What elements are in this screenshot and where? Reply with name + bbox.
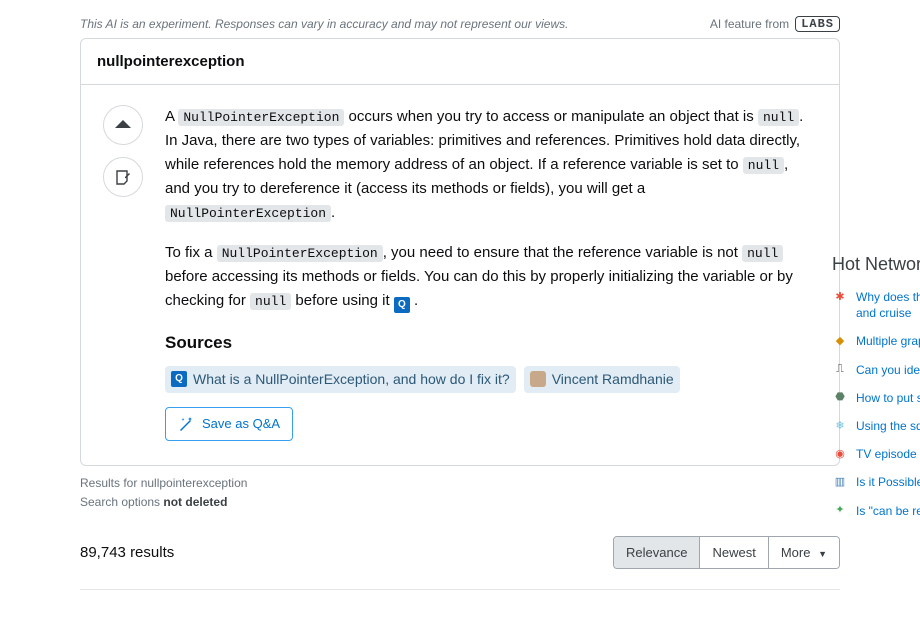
save-as-qa-button[interactable]: Save as Q&A bbox=[165, 407, 293, 441]
caret-up-icon bbox=[114, 116, 132, 134]
hot-network-link[interactable]: Multiple graph, same plot range bbox=[856, 333, 920, 349]
ai-answer-body: A NullPointerException occurs when you t… bbox=[165, 105, 817, 441]
ai-disclaimer: This AI is an experiment. Responses can … bbox=[80, 17, 568, 31]
sources-row: Q What is a NullPointerException, and ho… bbox=[165, 366, 817, 392]
upvote-button[interactable] bbox=[103, 105, 143, 145]
save-button-label: Save as Q&A bbox=[202, 416, 280, 431]
sort-more-button[interactable]: More ▼ bbox=[768, 537, 839, 568]
hot-network-item: ✱ Why does the air flow into the inlet du… bbox=[832, 289, 920, 321]
edit-note-icon bbox=[114, 168, 132, 186]
hot-network-link[interactable]: Using the sdai (chainID 31) bbox=[856, 418, 920, 434]
hot-network-sidebar: Hot Network ✱ Why does the air flow into … bbox=[832, 254, 920, 531]
inline-code: null bbox=[758, 109, 799, 126]
ai-meta-row: This AI is an experiment. Responses can … bbox=[80, 16, 840, 36]
inline-code: null bbox=[743, 157, 784, 174]
hot-network-link[interactable]: TV episode with rotating off bbox=[856, 446, 920, 462]
citation-chip[interactable]: Q bbox=[394, 297, 410, 313]
site-icon: ❄ bbox=[832, 418, 848, 434]
results-count-word: results bbox=[130, 544, 174, 561]
site-icon: ⬣ bbox=[832, 390, 848, 406]
hot-network-heading: Hot Network bbox=[832, 254, 920, 275]
inline-code: null bbox=[742, 245, 783, 262]
sort-more-label: More bbox=[781, 545, 811, 560]
ai-attribution: AI feature from LABS bbox=[710, 16, 840, 32]
hot-network-item: ⬣ How to put smoke detection more bbox=[832, 390, 920, 406]
site-icon: ✱ bbox=[832, 289, 848, 305]
inline-code: NullPointerException bbox=[178, 109, 344, 126]
hot-network-link[interactable]: Why does the air flow into the inlet dur… bbox=[856, 289, 920, 321]
sources-heading: Sources bbox=[165, 329, 817, 356]
feedback-button[interactable] bbox=[103, 157, 143, 197]
chevron-down-icon: ▼ bbox=[818, 549, 827, 559]
magic-wand-icon bbox=[178, 416, 194, 432]
hot-network-item: ✦ Is "can be reached" bbox=[832, 503, 920, 519]
results-count-number: 89,743 bbox=[80, 544, 126, 561]
question-icon: Q bbox=[171, 371, 187, 387]
search-meta: Results for nullpointerexception Search … bbox=[80, 474, 840, 512]
hot-network-item: ❄ Using the sdai (chainID 31) bbox=[832, 418, 920, 434]
source-chip-text: What is a NullPointerException, and how … bbox=[193, 368, 510, 390]
results-header-row: 89,743 results Relevance Newest More ▼ bbox=[80, 536, 840, 569]
inline-code: null bbox=[250, 293, 291, 310]
search-options-value: not deleted bbox=[163, 495, 227, 509]
inline-code: NullPointerException bbox=[217, 245, 383, 262]
inline-code: NullPointerException bbox=[165, 205, 331, 222]
divider bbox=[80, 589, 840, 590]
site-icon: ⎍ bbox=[832, 362, 848, 378]
ai-paragraph-2: To fix a NullPointerException, you need … bbox=[165, 241, 817, 313]
results-for-prefix: Results for bbox=[80, 476, 141, 490]
source-chip-text: Vincent Ramdhanie bbox=[552, 368, 674, 390]
sort-relevance-button[interactable]: Relevance bbox=[614, 537, 699, 568]
labs-badge: LABS bbox=[795, 16, 840, 32]
hot-network-link[interactable]: How to put smoke detection more bbox=[856, 390, 920, 406]
site-icon: ◉ bbox=[832, 446, 848, 462]
site-icon: ◆ bbox=[832, 333, 848, 349]
source-chip-author[interactable]: Vincent Ramdhanie bbox=[524, 366, 680, 392]
ai-answer-card: nullpointerexception A NullPointerExcept… bbox=[80, 38, 840, 466]
hot-network-link[interactable]: Is it Possible to Without Force bbox=[856, 474, 920, 490]
results-count: 89,743 results bbox=[80, 544, 174, 561]
site-icon: ✦ bbox=[832, 503, 848, 519]
hot-network-item: ◉ TV episode with rotating off bbox=[832, 446, 920, 462]
hot-network-link[interactable]: Is "can be reached" bbox=[856, 503, 920, 519]
hot-network-item: ▥ Is it Possible to Without Force bbox=[832, 474, 920, 490]
source-chip-question[interactable]: Q What is a NullPointerException, and ho… bbox=[165, 366, 516, 392]
ai-query-title: nullpointerexception bbox=[81, 39, 839, 85]
search-options-prefix: Search options bbox=[80, 495, 163, 509]
hot-network-link[interactable]: Can you identify this loading screen bbox=[856, 362, 920, 378]
vote-column bbox=[103, 105, 143, 441]
hot-network-list: ✱ Why does the air flow into the inlet du… bbox=[832, 289, 920, 519]
avatar-icon bbox=[530, 371, 546, 387]
results-for-value: nullpointerexception bbox=[141, 476, 248, 490]
site-icon: ▥ bbox=[832, 474, 848, 490]
ai-attribution-text: AI feature from bbox=[710, 17, 789, 31]
hot-network-item: ◆ Multiple graph, same plot range bbox=[832, 333, 920, 349]
sort-newest-button[interactable]: Newest bbox=[699, 537, 767, 568]
hot-network-item: ⎍ Can you identify this loading screen bbox=[832, 362, 920, 378]
ai-paragraph-1: A NullPointerException occurs when you t… bbox=[165, 105, 817, 225]
sort-group: Relevance Newest More ▼ bbox=[613, 536, 840, 569]
